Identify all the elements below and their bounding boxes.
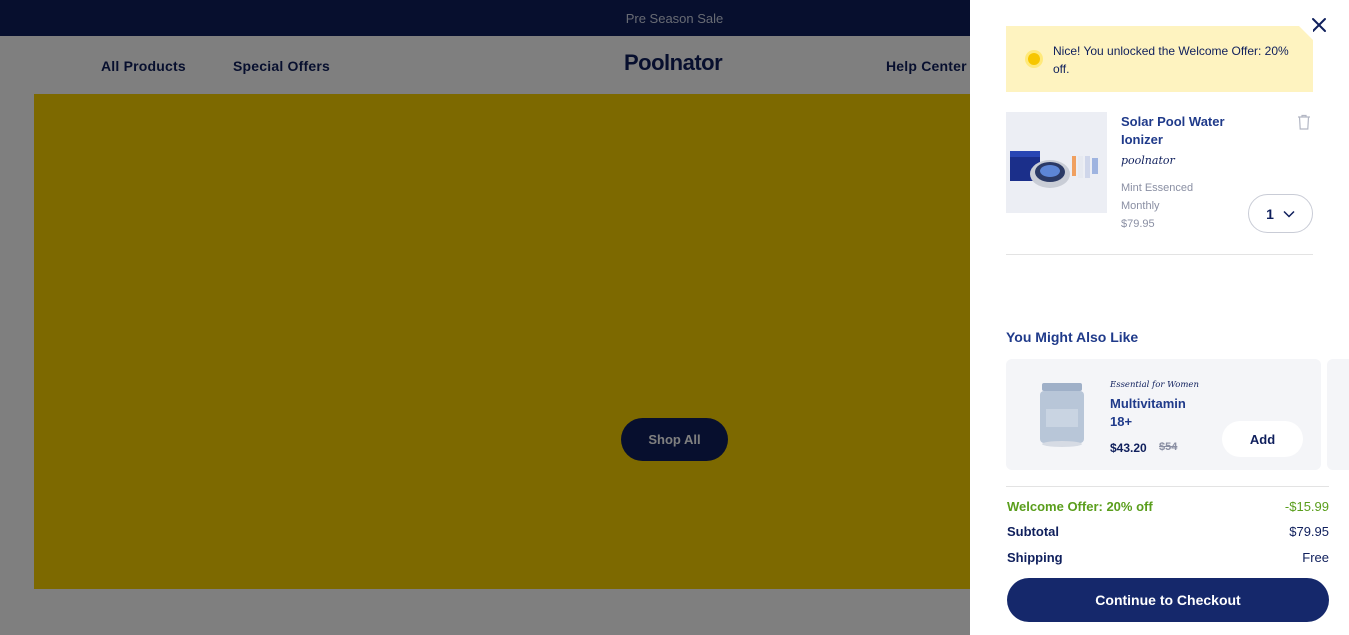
- recommendation-card[interactable]: Essential for Women Multivitamin 18+ $43…: [1006, 359, 1321, 470]
- cart-totals: Welcome Offer: 20% off -$15.99 Subtotal …: [1006, 486, 1329, 565]
- recommendation-name[interactable]: Multivitamin 18+: [1110, 395, 1210, 431]
- item-variant: Mint Essenced: [1121, 182, 1194, 194]
- remove-item-button[interactable]: [1297, 114, 1311, 130]
- multivitamin-product-picture: [1040, 383, 1084, 447]
- subtotal-value: $79.95: [1289, 524, 1329, 539]
- recommendation-tag: Essential for Women: [1110, 380, 1199, 390]
- shipping-row: Shipping Free: [1006, 550, 1329, 568]
- discount-value: -$15.99: [1284, 499, 1329, 514]
- recommendations-title: You Might Also Like: [1006, 329, 1139, 345]
- trash-icon: [1298, 114, 1310, 130]
- item-price: $79.95: [1121, 218, 1155, 230]
- shipping-value: Free: [1302, 550, 1329, 565]
- item-name[interactable]: Solar Pool Water Ionizer: [1121, 113, 1251, 149]
- shipping-label: Shipping: [1007, 550, 1063, 565]
- discount-label: Welcome Offer: 20% off: [1007, 499, 1153, 514]
- recommendation-old-price: $54: [1159, 441, 1178, 453]
- recommendation-card-next[interactable]: [1327, 359, 1349, 470]
- subtotal-label: Subtotal: [1007, 524, 1059, 539]
- cart-line-item: Solar Pool Water Ionizer poolnator Mint …: [1006, 112, 1313, 255]
- add-recommendation-button[interactable]: Add: [1222, 421, 1303, 457]
- quantity-value: 1: [1266, 205, 1274, 222]
- sun-icon: [1025, 50, 1043, 68]
- ionizer-product-picture: [1010, 151, 1098, 188]
- item-brand: poolnator: [1121, 154, 1175, 167]
- offer-banner-text: Nice! You unlocked the Welcome Offer: 20…: [1053, 44, 1289, 76]
- quantity-select[interactable]: 1: [1248, 194, 1313, 233]
- cart-drawer: Nice! You unlocked the Welcome Offer: 20…: [970, 0, 1349, 635]
- product-image[interactable]: [1006, 112, 1107, 213]
- discount-row: Welcome Offer: 20% off -$15.99: [1006, 499, 1329, 517]
- checkout-button[interactable]: Continue to Checkout: [1007, 578, 1329, 622]
- subtotal-row: Subtotal $79.95: [1006, 524, 1329, 542]
- item-frequency: Monthly: [1121, 200, 1160, 212]
- chevron-down-icon: [1283, 210, 1295, 218]
- recommendation-price: $43.20: [1110, 441, 1147, 455]
- welcome-offer-banner: Nice! You unlocked the Welcome Offer: 20…: [1006, 26, 1313, 92]
